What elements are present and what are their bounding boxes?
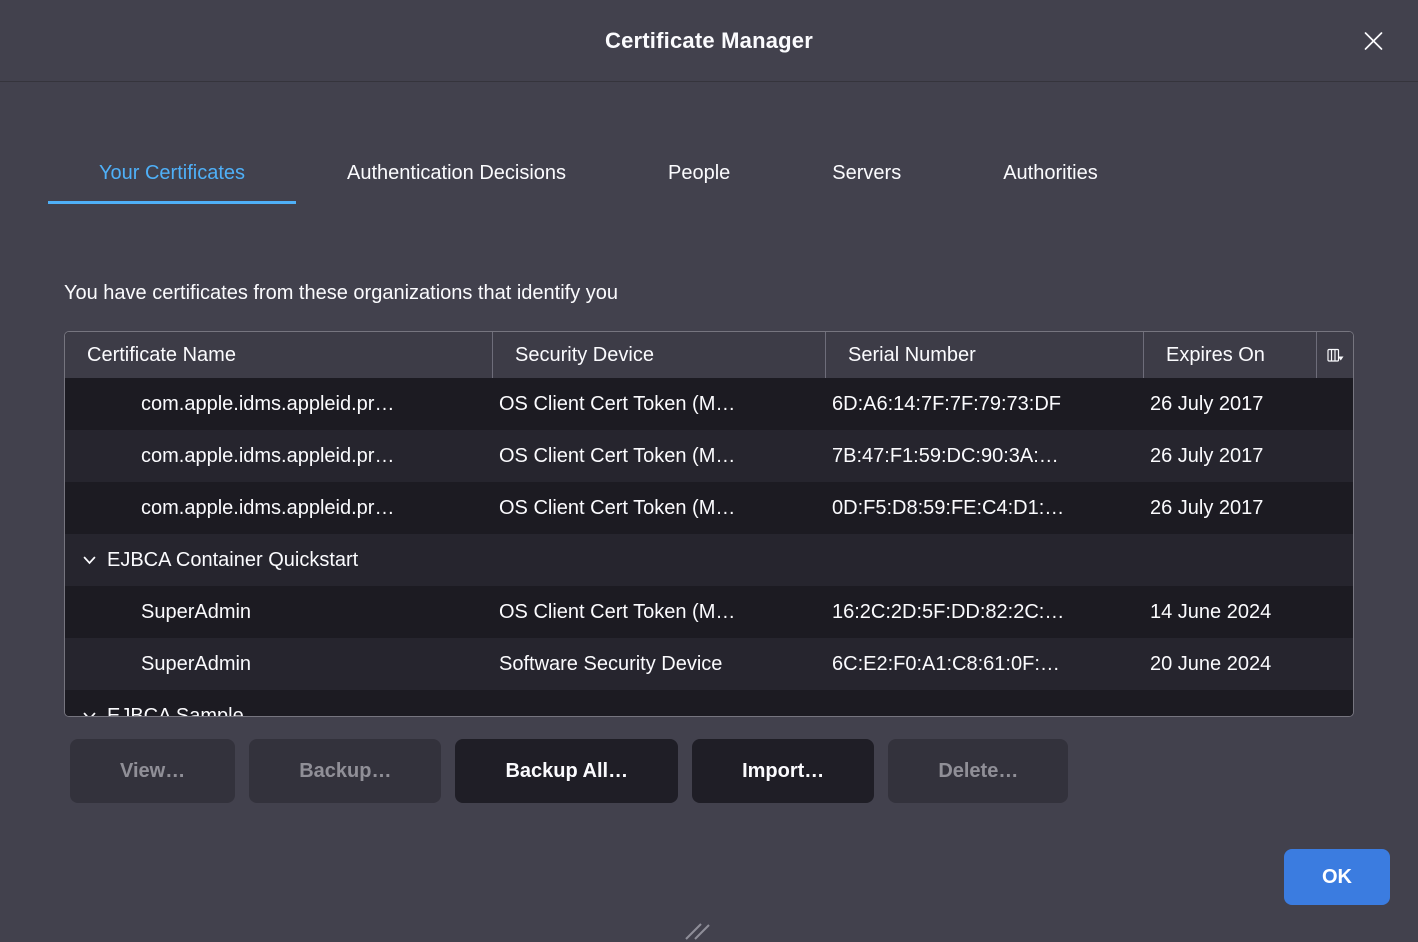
tab-your-certificates[interactable]: Your Certificates (48, 146, 296, 204)
action-buttons: View…Backup…Backup All…Import…Delete… (70, 739, 1418, 803)
certificate-group-row[interactable]: EJBCA Sample (65, 690, 1353, 717)
security-device-cell: Software Security Device (493, 653, 826, 676)
certificate-row[interactable]: com.apple.idms.appleid.pr…OS Client Cert… (65, 482, 1353, 534)
security-device-cell: OS Client Cert Token (M… (493, 601, 826, 624)
dialog-footer: OK (0, 849, 1390, 905)
certificate-name-cell: com.apple.idms.appleid.pr… (65, 393, 493, 416)
certificate-name-cell: SuperAdmin (65, 601, 493, 624)
column-header-certificate-name[interactable]: Certificate Name (65, 332, 493, 378)
expires-on-cell: 26 July 2017 (1144, 393, 1317, 416)
security-device-cell: OS Client Cert Token (M… (493, 497, 826, 520)
certificate-name-cell: com.apple.idms.appleid.pr… (65, 497, 493, 520)
table-body: com.apple.idms.appleid.pr…OS Client Cert… (65, 378, 1353, 717)
certificate-row[interactable]: com.apple.idms.appleid.pr…OS Client Cert… (65, 378, 1353, 430)
certificate-name-cell: com.apple.idms.appleid.pr… (65, 445, 493, 468)
ok-button[interactable]: OK (1284, 849, 1390, 905)
column-header-expires-on[interactable]: Expires On (1144, 332, 1317, 378)
serial-number-cell: 6C:E2:F0:A1:C8:61:0F:… (826, 653, 1144, 676)
serial-number-cell: 7B:47:F1:59:DC:90:3A:… (826, 445, 1144, 468)
certificates-description: You have certificates from these organiz… (64, 282, 1418, 305)
tab-authentication-decisions[interactable]: Authentication Decisions (296, 146, 617, 204)
tab-servers[interactable]: Servers (781, 146, 952, 204)
certificate-group-row[interactable]: EJBCA Container Quickstart (65, 534, 1353, 586)
tab-bar: Your CertificatesAuthentication Decision… (48, 146, 1418, 204)
group-label: EJBCA Container Quickstart (65, 549, 1353, 572)
column-picker-button[interactable] (1317, 332, 1353, 378)
serial-number-cell: 16:2C:2D:5F:DD:82:2C:… (826, 601, 1144, 624)
certificate-row[interactable]: com.apple.idms.appleid.pr…OS Client Cert… (65, 430, 1353, 482)
column-header-security-device[interactable]: Security Device (493, 332, 826, 378)
column-picker-icon (1327, 348, 1344, 363)
tab-authorities[interactable]: Authorities (952, 146, 1149, 204)
expires-on-cell: 26 July 2017 (1144, 445, 1317, 468)
chevron-down-icon (83, 712, 96, 718)
certificate-name-cell: SuperAdmin (65, 653, 493, 676)
resize-grip-icon (684, 922, 710, 940)
certificates-table: Certificate NameSecurity DeviceSerial Nu… (64, 331, 1354, 717)
close-icon (1363, 30, 1384, 51)
backup-all-button[interactable]: Backup All… (455, 739, 678, 803)
expires-on-cell: 26 July 2017 (1144, 497, 1317, 520)
column-header-serial-number[interactable]: Serial Number (826, 332, 1144, 378)
certificate-row[interactable]: SuperAdminSoftware Security Device6C:E2:… (65, 638, 1353, 690)
view-button[interactable]: View… (70, 739, 235, 803)
security-device-cell: OS Client Cert Token (M… (493, 445, 826, 468)
table-header: Certificate NameSecurity DeviceSerial Nu… (65, 332, 1353, 378)
backup-button[interactable]: Backup… (249, 739, 441, 803)
dialog-titlebar: Certificate Manager (0, 0, 1418, 82)
tab-people[interactable]: People (617, 146, 781, 204)
close-button[interactable] (1357, 24, 1390, 57)
serial-number-cell: 6D:A6:14:7F:7F:79:73:DF (826, 393, 1144, 416)
expires-on-cell: 14 June 2024 (1144, 601, 1317, 624)
security-device-cell: OS Client Cert Token (M… (493, 393, 826, 416)
dialog-title: Certificate Manager (605, 28, 813, 54)
chevron-down-icon (83, 556, 96, 565)
expires-on-cell: 20 June 2024 (1144, 653, 1317, 676)
certificate-row[interactable]: SuperAdminOS Client Cert Token (M…16:2C:… (65, 586, 1353, 638)
serial-number-cell: 0D:F5:D8:59:FE:C4:D1:… (826, 497, 1144, 520)
import-button[interactable]: Import… (692, 739, 874, 803)
resize-grip[interactable] (684, 922, 710, 940)
delete-button[interactable]: Delete… (888, 739, 1068, 803)
group-label: EJBCA Sample (65, 705, 1353, 718)
